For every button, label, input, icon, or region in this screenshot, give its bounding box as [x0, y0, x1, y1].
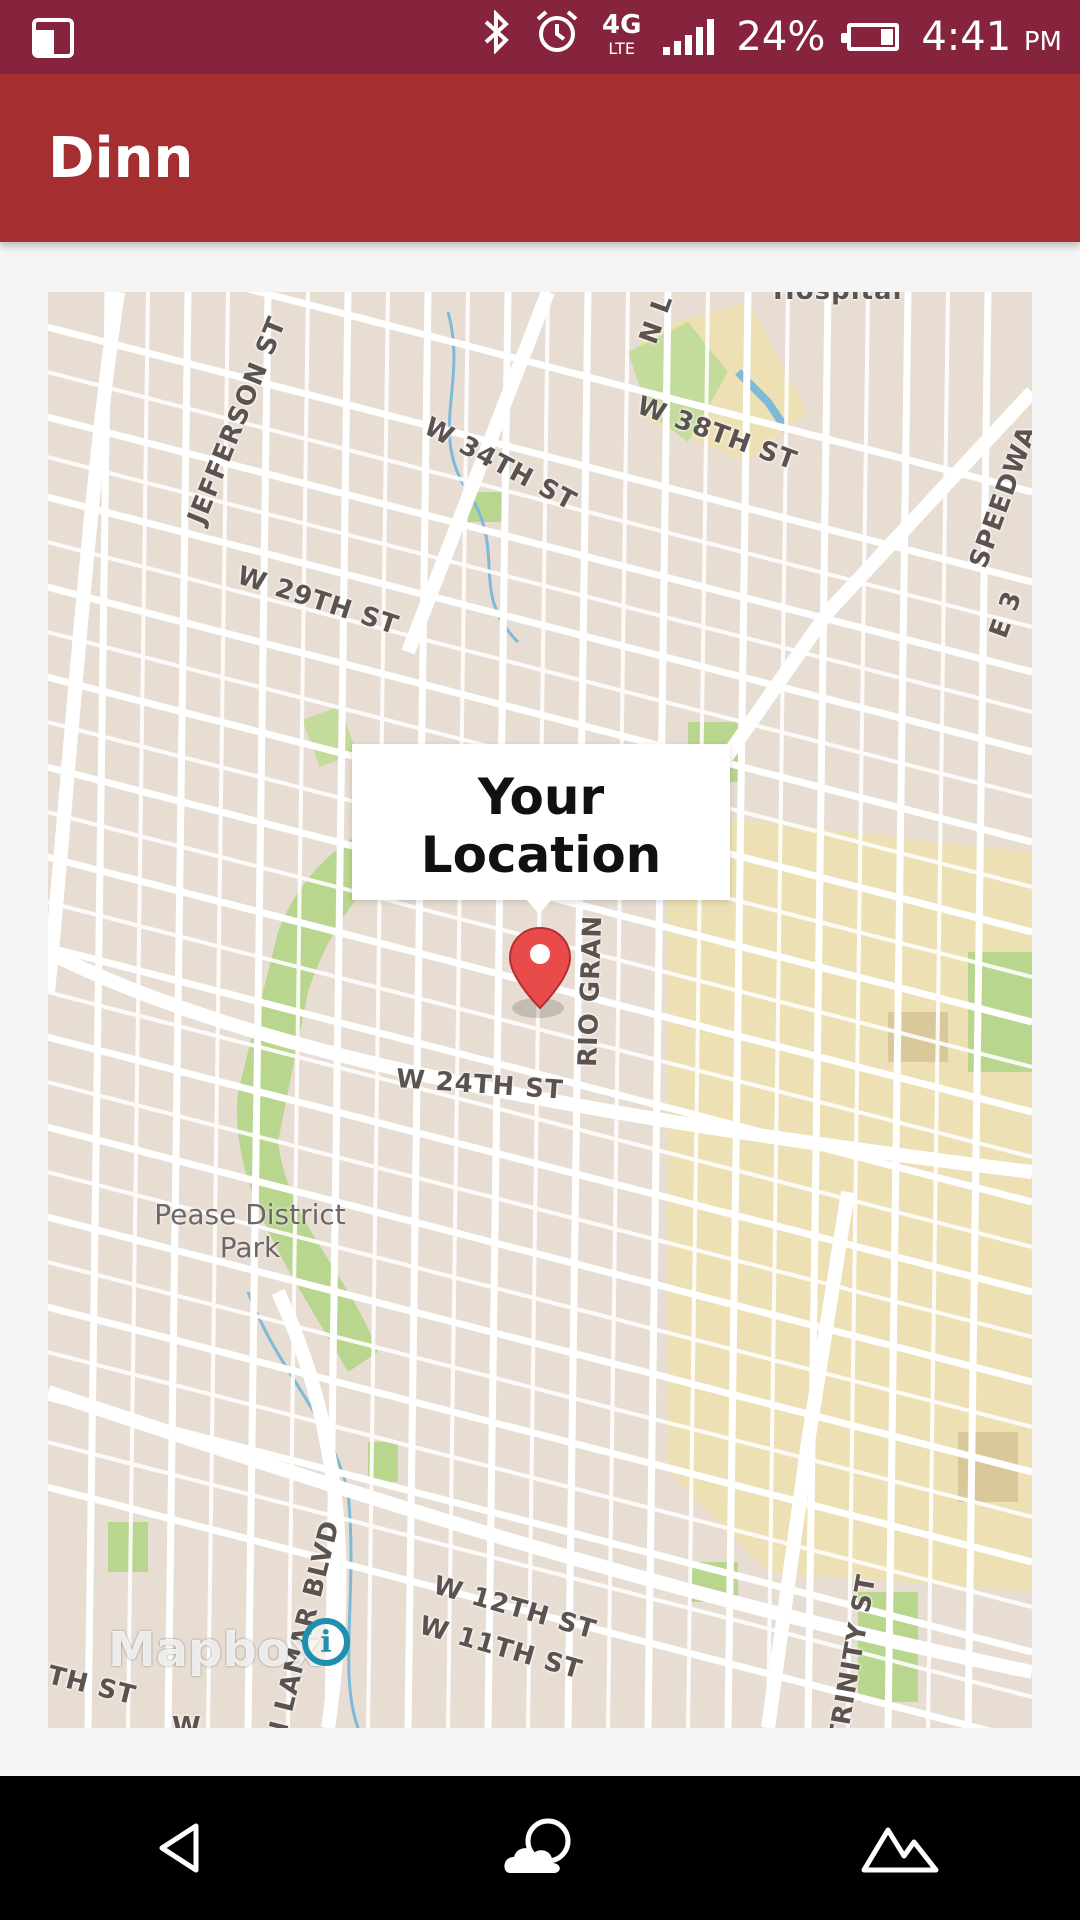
street-label: Hospital [773, 292, 903, 306]
clock-ampm: PM [1023, 27, 1062, 57]
back-icon[interactable] [120, 1788, 240, 1908]
info-icon[interactable]: i [302, 1618, 350, 1666]
alarm-icon [534, 9, 580, 65]
popup-title: Your Location [420, 768, 662, 884]
mountain-icon[interactable] [840, 1788, 960, 1908]
battery-percent: 24% [736, 14, 826, 60]
network-type: 4G [601, 10, 642, 40]
battery-icon [841, 23, 900, 51]
app-bar: Dinn [0, 74, 1080, 242]
screen-icon [32, 18, 74, 63]
network-sub: LTE [608, 39, 635, 58]
popup-tip [525, 898, 553, 914]
status-bar: 4G LTE 24% 4:41 PM [0, 0, 1080, 74]
navigation-bar [0, 1776, 1080, 1920]
bluetooth-icon [482, 9, 512, 64]
app-title: Dinn [48, 126, 194, 191]
street-label: RIO GRAN [573, 914, 609, 1068]
clock: 4:41 [921, 14, 1012, 60]
street-label: W [172, 1712, 202, 1728]
cloud-icon[interactable] [480, 1788, 600, 1908]
signal-icon [663, 19, 715, 55]
park-label: Pease District Park [154, 1198, 346, 1264]
map-view[interactable]: JEFFERSON ST W 34TH ST W 38TH ST SPEEDWA… [48, 292, 1032, 1728]
location-popup[interactable]: Your Location [352, 744, 730, 900]
mapbox-logo[interactable]: Mapbox [108, 1622, 321, 1678]
